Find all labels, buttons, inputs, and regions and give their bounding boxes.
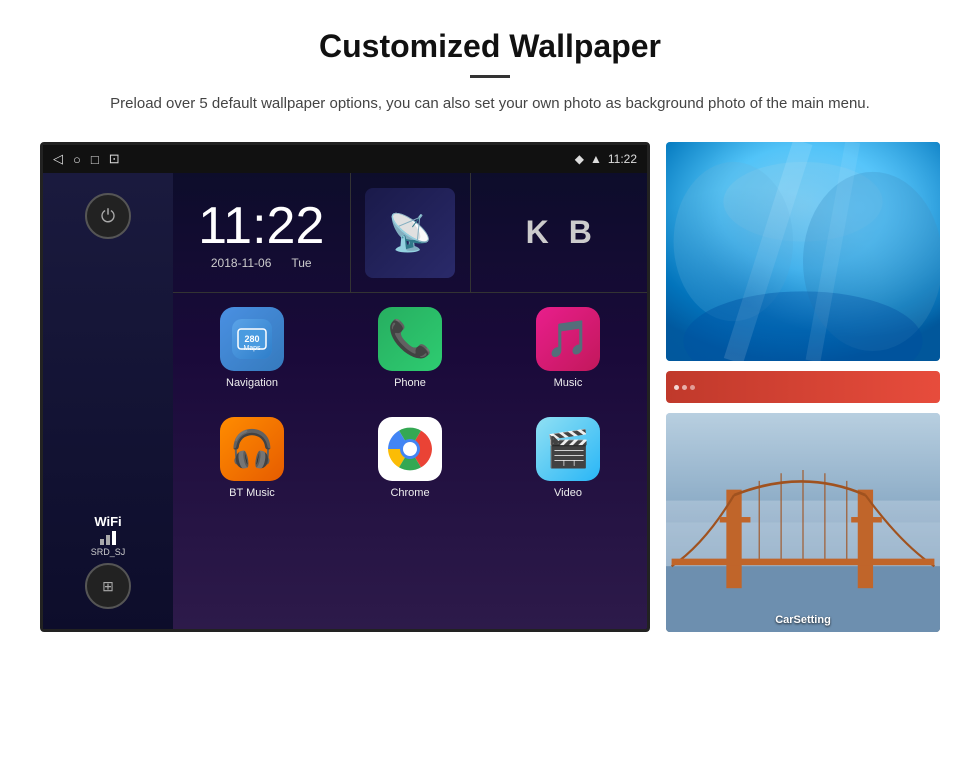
app-cell-phone[interactable]: 📞 Phone [331,293,489,403]
app-cell-navigation[interactable]: 280 Maps Navigation [173,293,331,403]
svg-text:280: 280 [244,334,259,344]
strip-dot-1 [674,385,679,390]
app-cell-btmusic[interactable]: 🎧 BT Music [173,403,331,513]
wifi-status-icon: ▲ [590,152,602,166]
power-icon: ⏻ [101,206,115,227]
shortcut-k[interactable]: K [526,214,549,251]
strip-dot-3 [690,385,695,390]
video-icon: 🎬 [536,417,600,481]
strip-dot-2 [682,385,687,390]
date-value: 2018-11-06 [211,256,272,270]
screen-content: ⏻ WiFi SRD_SJ ⊞ [43,173,647,629]
music-icon: 🎵 [536,307,600,371]
wifi-label: WiFi [94,514,121,529]
wifi-bar-1 [100,539,104,545]
navigation-icon: 280 Maps [220,307,284,371]
music-label: Music [554,377,583,389]
strip-dots [674,385,695,390]
signal-icon: 📡 [388,212,433,254]
status-right: ◆ ▲ 11:22 [575,152,637,166]
recents-icon[interactable]: □ [91,152,99,167]
svg-text:Maps: Maps [243,345,261,352]
wifi-bar-3 [112,531,116,545]
day-value: Tue [291,256,311,270]
clock-section: 11:22 2018-11-06 Tue 📡 K B [173,173,647,293]
navigation-label: Navigation [226,377,278,389]
page-header: Customized Wallpaper Preload over 5 defa… [0,0,980,132]
apps-grid-icon: ⊞ [102,578,114,595]
media-icon-box: 📡 [365,188,455,278]
apps-button[interactable]: ⊞ [85,563,131,609]
back-nav-icon[interactable]: ◁ [53,151,63,167]
wallpaper-panel: CarSetting [666,142,940,632]
btmusic-icon: 🎧 [220,417,284,481]
app-shortcuts: K B [471,173,648,292]
btmusic-label: BT Music [229,487,275,499]
page-title: Customized Wallpaper [80,28,900,65]
main-area: ◁ ○ □ ⊡ ◆ ▲ 11:22 ⏻ [0,132,980,632]
wallpaper-strip [666,371,940,403]
media-widget: 📡 [351,173,471,292]
wallpaper-bridge[interactable]: CarSetting [666,413,940,632]
app-grid: 280 Maps Navigation 📞 Phone [173,293,647,513]
chrome-icon [378,417,442,481]
wifi-bar-2 [106,535,110,545]
clock-time: 11:22 [198,196,324,256]
android-screen: ◁ ○ □ ⊡ ◆ ▲ 11:22 ⏻ [40,142,650,632]
sidebar-top: ⏻ [85,193,131,239]
wallpaper-strip-area [666,371,940,403]
wifi-ssid: SRD_SJ [91,547,126,557]
home-icon[interactable]: ○ [73,152,81,167]
app-cell-music[interactable]: 🎵 Music [489,293,647,403]
power-button[interactable]: ⏻ [85,193,131,239]
sidebar-bottom: WiFi SRD_SJ ⊞ [85,514,131,609]
main-display: 11:22 2018-11-06 Tue 📡 K B [173,173,647,629]
screenshot-icon[interactable]: ⊡ [109,151,120,167]
status-bar: ◁ ○ □ ⊡ ◆ ▲ 11:22 [43,145,647,173]
wallpaper-ice[interactable] [666,142,940,361]
phone-icon: 📞 [378,307,442,371]
app-cell-video[interactable]: 🎬 Video [489,403,647,513]
location-icon: ◆ [575,152,584,166]
shortcut-b[interactable]: B [569,214,592,251]
wifi-widget: WiFi SRD_SJ [91,514,126,557]
chrome-label: Chrome [390,487,429,499]
sidebar: ⏻ WiFi SRD_SJ ⊞ [43,173,173,629]
phone-label: Phone [394,377,426,389]
carsetting-label: CarSetting [666,614,940,626]
title-divider [470,75,510,78]
wifi-bars [100,531,116,545]
app-cell-chrome[interactable]: Chrome [331,403,489,513]
status-time: 11:22 [608,152,637,166]
clock-date: 2018-11-06 Tue [211,256,312,270]
video-label: Video [554,487,582,499]
page-description: Preload over 5 default wallpaper options… [80,92,900,116]
status-left: ◁ ○ □ ⊡ [53,151,120,167]
clock-area: 11:22 2018-11-06 Tue [173,173,351,292]
